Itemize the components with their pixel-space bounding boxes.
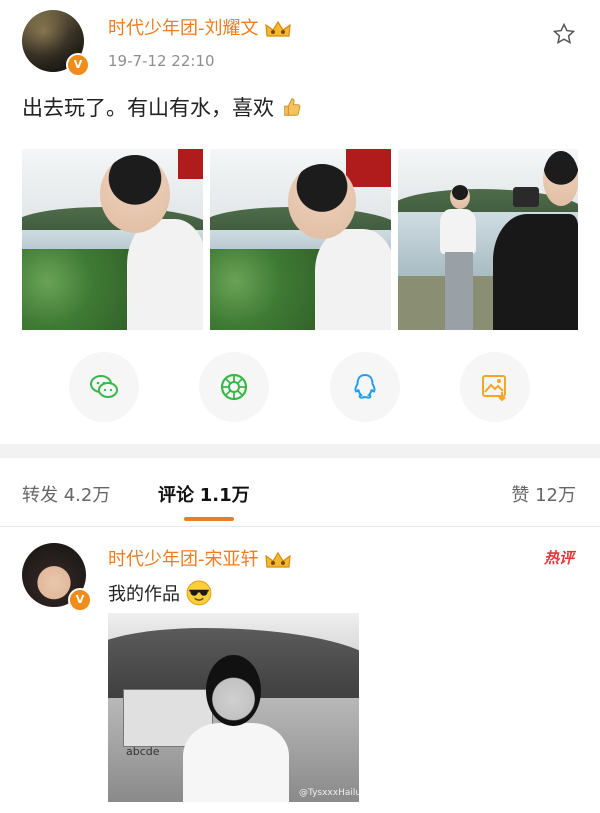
verified-badge: V: [66, 53, 90, 77]
comment-verified-badge: V: [68, 588, 92, 612]
share-moments-button[interactable]: [199, 352, 269, 422]
post-username[interactable]: 时代少年团-刘耀文: [108, 18, 259, 39]
post-timestamp: 19-7-12 22:10: [108, 52, 215, 70]
post-text-wrap: 出去玩了。有山有水，喜欢: [22, 92, 303, 122]
tab-comments[interactable]: 评论 1.1万: [158, 481, 250, 507]
comment-text-wrap: 我的作品: [108, 580, 212, 606]
tab-repost[interactable]: 转发 4.2万: [22, 481, 110, 507]
post-image-3[interactable]: [398, 149, 578, 330]
comment-username[interactable]: 时代少年团-宋亚轩: [108, 549, 259, 570]
share-wechat-button[interactable]: [69, 352, 139, 422]
post-author[interactable]: 时代少年团-刘耀文: [108, 14, 292, 40]
thumbs-up-icon: [283, 98, 301, 116]
moments-icon: [220, 373, 248, 401]
share-qq-button[interactable]: [330, 352, 400, 422]
crown-icon: [264, 20, 291, 37]
wechat-icon: [90, 375, 118, 398]
favorite-star-icon[interactable]: [552, 22, 576, 46]
tab-comments-count: 1.1万: [199, 485, 250, 506]
image-watermark: @TysxxxHailunHd: [299, 788, 380, 798]
section-divider: [0, 444, 600, 458]
crown-icon: [264, 551, 291, 568]
tab-divider: [0, 526, 600, 527]
tab-likes[interactable]: 赞 12万: [511, 481, 576, 507]
save-image-icon: [482, 375, 506, 402]
post-image-1[interactable]: [22, 149, 203, 330]
post-image-2[interactable]: [210, 149, 391, 330]
sunglasses-emoji-icon: [186, 580, 212, 606]
qq-icon: [354, 373, 376, 399]
tab-likes-count: 12万: [535, 485, 576, 506]
save-image-button[interactable]: [460, 352, 530, 422]
hot-comment-badge: 热评: [543, 549, 574, 567]
tab-likes-label: 赞: [511, 485, 530, 506]
comment-image[interactable]: [108, 613, 359, 802]
tab-comments-label: 评论: [158, 485, 194, 506]
shirt-text: abcde: [126, 745, 160, 758]
tab-repost-count: 4.2万: [63, 485, 111, 506]
active-tab-indicator: [184, 517, 234, 521]
comment-text: 我的作品: [108, 584, 180, 605]
tab-repost-label: 转发: [22, 485, 58, 506]
post-text: 出去玩了。有山有水，喜欢: [22, 96, 274, 120]
comment-author[interactable]: 时代少年团-宋亚轩: [108, 545, 292, 571]
